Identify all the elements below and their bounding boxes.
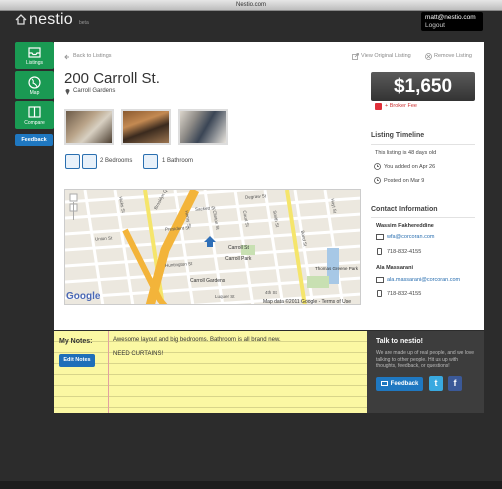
contact-name: Wassim Fakhereddine xyxy=(376,223,434,229)
sidebar-item-listings[interactable]: Listings xyxy=(15,42,54,69)
listing-photo[interactable] xyxy=(121,109,171,145)
remove-listing-link[interactable]: Remove Listing xyxy=(434,53,472,59)
dollar-icon xyxy=(375,103,382,110)
listing-map[interactable]: Carroll St Carroll Park Carroll Gardens … xyxy=(64,189,361,305)
map-label: Carroll Gardens xyxy=(190,278,226,284)
twitter-icon[interactable]: t xyxy=(429,376,443,391)
contact-title: Contact Information xyxy=(371,206,438,213)
brand-logo[interactable]: nestio xyxy=(29,11,73,29)
arrow-left-icon xyxy=(64,54,69,60)
user-menu[interactable]: matt@nestio.com Logout xyxy=(421,12,483,31)
contact-name: Ala Massarani xyxy=(376,265,413,271)
contact-phone: 718-832-4155 xyxy=(387,249,422,255)
contact-email[interactable]: ala.massarani@corcoran.com xyxy=(387,277,460,283)
sidebar-feedback-button[interactable]: Feedback xyxy=(15,134,53,146)
sidebar-item-label: Map xyxy=(29,90,40,96)
contact-email[interactable]: wfa@corcoran.com xyxy=(387,234,434,240)
phone-icon xyxy=(377,248,382,255)
talk-description: We are made up of real people, and we lo… xyxy=(376,350,475,369)
listing-price: $1,650 xyxy=(371,72,475,101)
listing-address: 200 Carroll St. xyxy=(64,70,160,87)
talk-feedback-button[interactable]: Feedback xyxy=(376,377,423,391)
timeline-age: This listing is 48 days old xyxy=(375,150,437,156)
bed-icon xyxy=(82,154,97,169)
remove-circle-icon xyxy=(425,53,432,60)
note-text: Awesome layout and big bedrooms. Bathroo… xyxy=(113,337,281,343)
person-icon xyxy=(143,154,158,169)
talk-feedback-label: Feedback xyxy=(390,381,419,387)
timeline-title: Listing Timeline xyxy=(371,132,425,139)
window-titlebar: Nestio.com xyxy=(0,0,502,11)
logout-link[interactable]: Logout xyxy=(425,22,479,30)
house-icon xyxy=(15,14,27,25)
divider xyxy=(371,217,475,218)
notes-label: My Notes: xyxy=(59,338,93,345)
bathrooms-count: 1 Bathroom xyxy=(162,158,194,164)
bed-icon xyxy=(65,154,80,169)
view-original-listing-link[interactable]: View Original Listing xyxy=(361,53,411,59)
window-title: Nestio.com xyxy=(235,2,266,8)
note-text: NEED CURTAINS! xyxy=(113,351,164,357)
map-label: Carroll Park xyxy=(225,256,252,262)
google-logo: Google xyxy=(66,291,101,302)
inbox-icon xyxy=(28,47,41,58)
contact-phone: 718-832-4155 xyxy=(387,291,422,297)
external-link-icon xyxy=(352,53,359,60)
map-pin-icon xyxy=(65,89,70,95)
broker-fee: + Broker Fee xyxy=(385,103,417,109)
divider xyxy=(371,144,475,145)
mail-icon xyxy=(376,234,384,240)
sidebar-item-label: Listings xyxy=(26,60,43,66)
timeline-posted: Posted on Mar 9 xyxy=(384,178,425,184)
mail-icon xyxy=(380,380,388,386)
notes-margin-line xyxy=(108,331,109,413)
brand-beta-tag: beta xyxy=(79,20,89,26)
columns-icon xyxy=(28,106,41,118)
listing-photo[interactable] xyxy=(64,109,114,145)
timeline-added: You added on Apr 26 xyxy=(384,164,436,170)
map-label: Thomas Greene Park xyxy=(315,266,359,271)
user-email: matt@nestio.com xyxy=(425,14,476,21)
bedrooms-count: 2 Bedrooms xyxy=(100,158,133,164)
clock-icon xyxy=(374,163,381,170)
map-label: Luquer St xyxy=(215,294,235,299)
edit-notes-button[interactable]: Edit Notes xyxy=(59,354,95,367)
facebook-icon[interactable]: f xyxy=(448,376,462,391)
talk-title: Talk to nestio! xyxy=(376,338,423,345)
listing-neighborhood: Carroll Gardens xyxy=(73,88,116,94)
window-bottom-bar xyxy=(0,481,502,489)
map-attribution[interactable]: Map data ©2011 Google - Terms of Use xyxy=(263,299,351,305)
back-to-listings-link[interactable]: Back to Listings xyxy=(73,53,112,59)
sidebar-item-compare[interactable]: Compare xyxy=(15,101,54,129)
sidebar-item-map[interactable]: Map xyxy=(15,71,54,99)
mail-icon xyxy=(376,277,384,283)
sidebar-item-label: Compare xyxy=(24,120,45,126)
map-label: 4th St xyxy=(265,290,277,295)
notes-pad xyxy=(54,331,367,413)
phone-icon xyxy=(377,290,382,297)
globe-icon xyxy=(28,76,41,89)
map-label: Carroll St xyxy=(228,245,249,251)
listing-photo[interactable] xyxy=(178,109,228,145)
clock-icon xyxy=(374,177,381,184)
